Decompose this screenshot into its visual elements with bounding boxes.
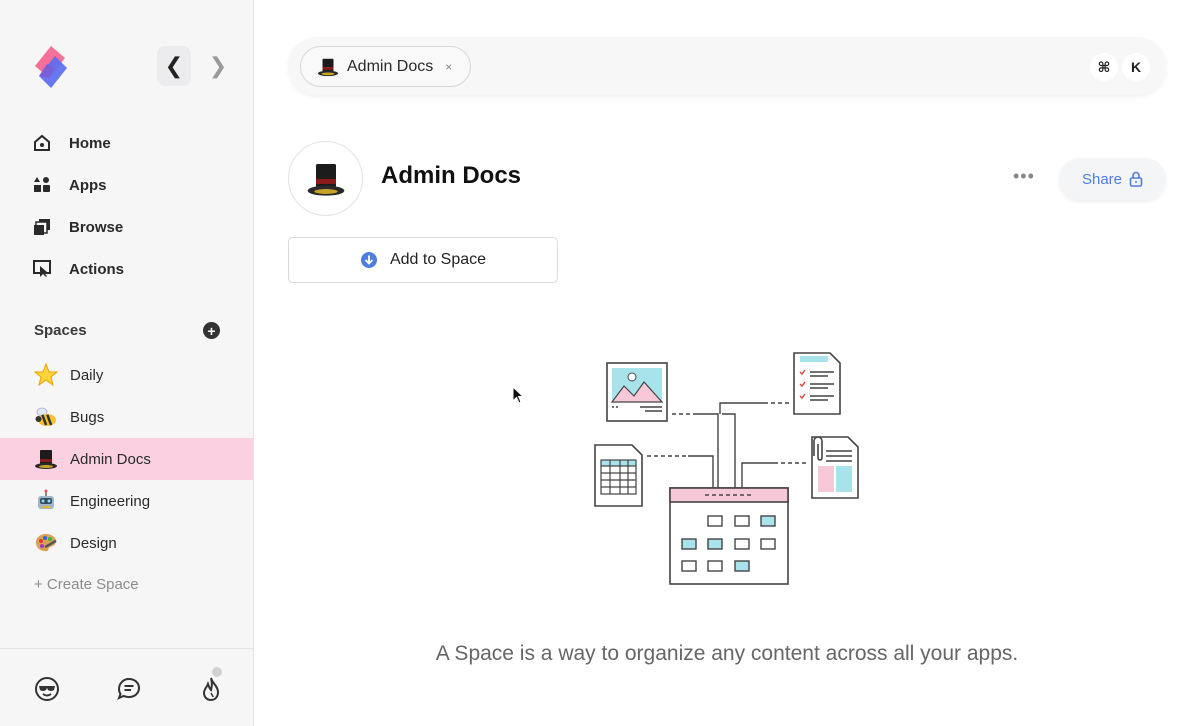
space-list: Daily Bugs Admin Docs Engineering Design bbox=[0, 354, 253, 564]
nav-item-label: Apps bbox=[69, 176, 107, 194]
top-hat-icon bbox=[34, 447, 58, 471]
nav-item-apps[interactable]: Apps bbox=[0, 164, 254, 206]
nav-item-browse[interactable]: Browse bbox=[0, 206, 254, 248]
search-chip-label: Admin Docs bbox=[347, 57, 434, 75]
nav-item-label: Home bbox=[69, 134, 111, 152]
search-chip[interactable]: Admin Docs × bbox=[300, 46, 472, 87]
space-item-label: Admin Docs bbox=[70, 450, 151, 468]
main-nav: Home Apps Browse Actions bbox=[0, 122, 254, 290]
palette-icon bbox=[34, 531, 58, 555]
nav-item-label: Browse bbox=[69, 218, 124, 236]
keyboard-shortcut: ⌘ K bbox=[1090, 53, 1150, 81]
top-hat-icon bbox=[307, 163, 344, 196]
add-to-space-button[interactable]: Add to Space bbox=[288, 237, 558, 283]
space-item-bugs[interactable]: Bugs bbox=[0, 396, 253, 438]
nav-item-actions[interactable]: Actions bbox=[0, 248, 254, 290]
chat-icon[interactable] bbox=[116, 676, 142, 702]
space-item-design[interactable]: Design bbox=[0, 522, 253, 564]
space-item-engineering[interactable]: Engineering bbox=[0, 480, 253, 522]
checklist-card bbox=[793, 352, 841, 415]
lock-icon bbox=[1129, 171, 1143, 187]
command-key-icon: ⌘ bbox=[1090, 53, 1118, 81]
spaces-title: Spaces bbox=[34, 322, 87, 339]
nav-item-home[interactable]: Home bbox=[0, 122, 254, 164]
mouse-cursor-icon bbox=[512, 386, 525, 404]
k-key: K bbox=[1122, 53, 1150, 81]
top-hat-icon bbox=[317, 56, 339, 78]
page-title: Admin Docs bbox=[381, 162, 522, 189]
sidebar-footer bbox=[34, 676, 224, 702]
bee-icon bbox=[34, 405, 58, 429]
space-item-admin-docs[interactable]: Admin Docs bbox=[0, 438, 253, 480]
star-icon bbox=[34, 363, 58, 387]
notification-dot bbox=[212, 667, 222, 677]
add-space-button[interactable]: + bbox=[203, 322, 220, 339]
attachment-card bbox=[811, 436, 859, 499]
command-bar[interactable]: Admin Docs × ⌘ K bbox=[288, 37, 1166, 95]
close-icon[interactable]: × bbox=[445, 60, 452, 74]
nav-item-label: Actions bbox=[69, 260, 125, 278]
forward-button[interactable]: ❯ bbox=[201, 46, 235, 86]
space-item-daily[interactable]: Daily bbox=[0, 354, 253, 396]
apps-icon bbox=[34, 177, 50, 192]
download-icon bbox=[360, 252, 377, 268]
share-label: Share bbox=[1081, 170, 1123, 188]
actions-icon bbox=[33, 260, 51, 277]
smiley-sunglasses-icon[interactable] bbox=[34, 676, 60, 702]
space-item-label: Daily bbox=[70, 366, 104, 384]
history-nav: ❮ ❯ bbox=[157, 46, 235, 86]
plus-icon: + bbox=[207, 322, 216, 339]
robot-icon bbox=[34, 489, 58, 513]
space-avatar[interactable] bbox=[288, 141, 363, 216]
add-to-space-label: Add to Space bbox=[389, 251, 487, 268]
home-icon bbox=[34, 134, 50, 151]
flame-icon[interactable] bbox=[198, 676, 224, 702]
create-space-link[interactable]: + Create Space bbox=[34, 576, 139, 593]
calendar-card bbox=[669, 487, 789, 585]
spreadsheet-card bbox=[594, 444, 643, 507]
chevron-right-icon: ❯ bbox=[208, 53, 228, 78]
chevron-left-icon: ❮ bbox=[164, 53, 184, 78]
space-item-label: Bugs bbox=[70, 408, 105, 426]
image-card bbox=[606, 362, 668, 422]
empty-state-illustration bbox=[594, 352, 859, 585]
space-item-label: Engineering bbox=[70, 492, 151, 510]
more-options-button[interactable]: ••• bbox=[1013, 166, 1035, 187]
browse-icon bbox=[34, 219, 50, 235]
space-item-label: Design bbox=[70, 534, 117, 552]
spaces-header: Spaces + bbox=[34, 322, 220, 339]
back-button[interactable]: ❮ bbox=[157, 46, 191, 86]
sidebar: ❮ ❯ Home Apps Browse Actions Spaces + Da… bbox=[0, 0, 254, 726]
empty-state-caption: A Space is a way to organize any content… bbox=[435, 642, 1019, 665]
share-button[interactable]: Share bbox=[1059, 158, 1166, 200]
app-logo bbox=[33, 44, 69, 90]
